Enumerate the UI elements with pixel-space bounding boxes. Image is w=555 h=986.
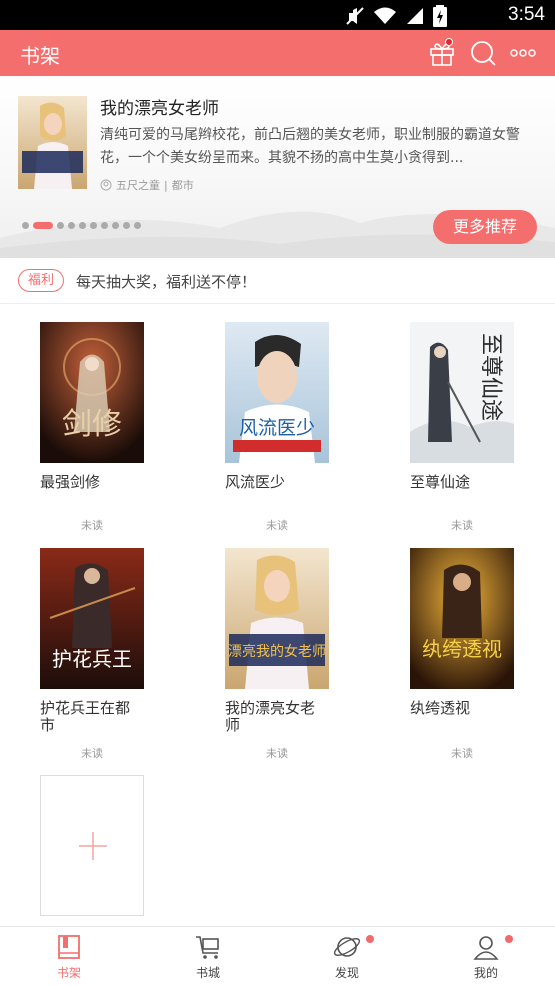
book-title[interactable]: 至尊仙途 [410,474,514,491]
mute-icon [346,7,364,25]
bottom-tab-bar: 书架 书城 发现 我的 [0,926,555,986]
carousel-dot [134,222,141,229]
cover-text: 纨绔透视 [422,637,502,661]
book-cover[interactable]: 风流医少 [225,322,329,463]
book-read-status: 未读 [266,519,288,532]
banner-book-title[interactable]: 我的漂亮女老师 [100,94,219,119]
book-cover[interactable]: 至尊仙途 [410,322,514,463]
banner-author: 五尺之童 [116,179,160,192]
add-book-button[interactable] [40,775,144,916]
book-cover[interactable]: 纨绔透视 [410,548,514,689]
more-icon[interactable] [508,38,538,68]
status-bar: 3:54 [0,0,555,30]
carousel-dot-active [33,222,53,229]
welfare-text[interactable]: 每天抽大奖，福利送不停！ [76,271,256,292]
book-read-status: 未读 [451,519,473,532]
banner-book-cover[interactable] [18,96,87,189]
book-cover[interactable]: 护花兵王 [40,548,144,689]
cover-text: 风流医少 [239,417,315,439]
book-read-status: 未读 [266,747,288,760]
book-title[interactable]: 我的漂亮女老师 [225,700,329,734]
meta-separator: | [164,178,168,192]
bookshelf-icon [58,935,80,959]
recommend-banner[interactable]: 我的漂亮女老师 清纯可爱的马尾辫校花，前凸后翘的美女老师，职业制服的霸道女警花，… [0,76,555,258]
book-read-status: 未读 [81,519,103,532]
tab-discover[interactable]: 发现 [297,927,397,986]
carousel-dot [101,222,108,229]
plus-icon [79,832,107,860]
welfare-notice[interactable]: 福利 每天抽大奖，福利送不停！ [0,258,555,304]
page-title: 书架 [20,44,60,68]
carousel-dot [90,222,97,229]
tab-label: 书城 [195,966,220,980]
carousel-dot [123,222,130,229]
carousel-dot [57,222,64,229]
signal-icon [407,8,423,24]
mine-notification-dot [505,935,513,943]
wifi-icon [374,7,396,24]
carousel-dot [22,222,29,229]
tab-bookshelf[interactable]: 书架 [19,927,119,986]
cart-icon [196,936,219,959]
book-read-status: 未读 [81,747,103,760]
book-title[interactable]: 护花兵王在都市 [40,700,144,734]
cover-text: 至尊仙途 [478,333,503,421]
book-cover[interactable]: 剑修 [40,322,144,463]
banner-book-description: 清纯可爱的马尾辫校花，前凸后翘的美女老师，职业制服的霸道女警花，一个个美女纷呈而… [100,127,520,166]
user-icon [473,936,499,960]
tab-label: 书架 [56,966,81,980]
author-icon [100,179,112,191]
carousel-dot [112,222,119,229]
carousel-dot [79,222,86,229]
book-title[interactable]: 纨绔透视 [410,700,514,717]
carousel-dot [68,222,75,229]
banner-book-meta: 五尺之童 | 都市 [100,177,194,193]
app-header: 书架 [0,30,555,76]
tab-bookstore[interactable]: 书城 [158,927,258,986]
search-icon[interactable] [468,38,498,68]
book-title[interactable]: 最强剑修 [40,474,144,491]
cover-text: 剑修 [62,407,122,442]
carousel-indicator [22,222,141,229]
cover-text: 漂亮我的女老师 [228,643,326,660]
status-time: 3:54 [508,4,545,25]
gift-notification-dot [445,38,453,46]
book-title[interactable]: 风流医少 [225,474,329,491]
discover-notification-dot [366,935,374,943]
book-read-status: 未读 [451,747,473,760]
banner-category: 都市 [171,179,194,192]
tab-mine[interactable]: 我的 [436,927,536,986]
welfare-tag: 福利 [18,269,64,292]
cover-text: 护花兵王 [52,647,132,671]
planet-icon [333,937,361,957]
tab-label: 发现 [334,966,359,980]
more-recommend-button[interactable]: 更多推荐 [433,210,537,244]
battery-icon [433,5,447,27]
tab-label: 我的 [473,966,498,980]
book-cover[interactable]: 漂亮我的女老师 [225,548,329,689]
